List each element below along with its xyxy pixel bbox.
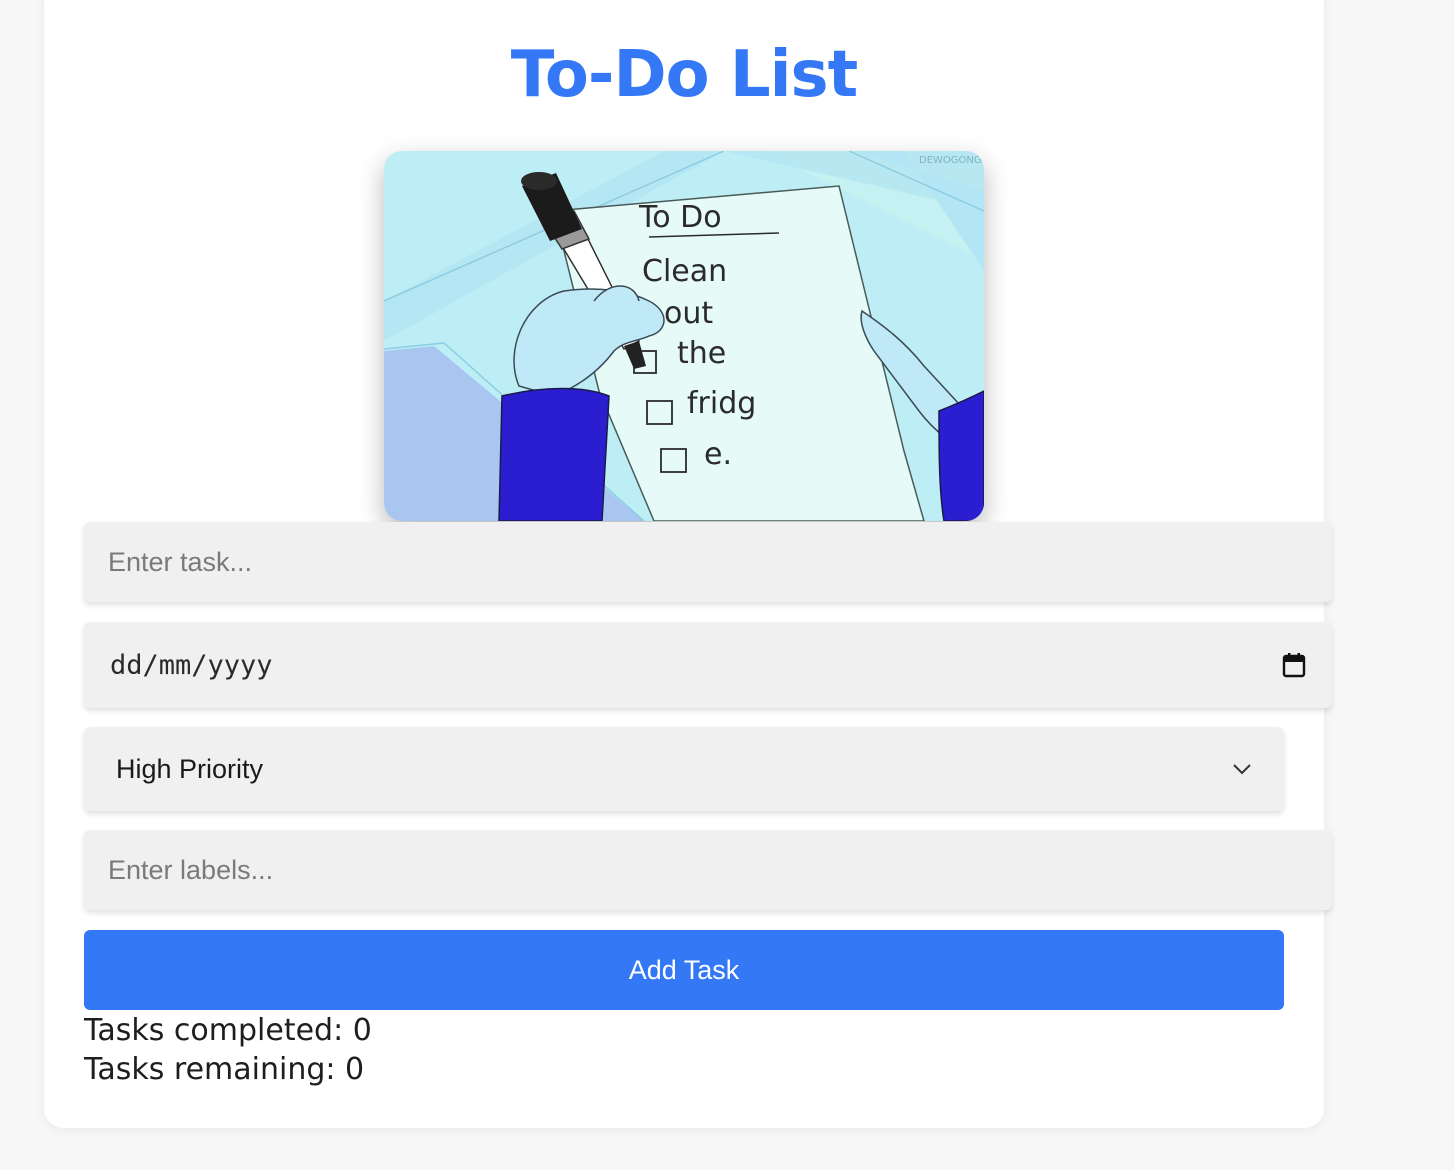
calendar-icon[interactable] [1282, 652, 1306, 678]
priority-select[interactable]: High Priority [84, 727, 1284, 811]
todo-illustration: DEWOGONG To Do Clean out the fridg e. [384, 151, 984, 521]
paper-item-2: out [664, 296, 713, 331]
date-placeholder: dd/mm/yyyy [110, 649, 273, 681]
page-title: To-Do List [510, 38, 858, 112]
task-input[interactable] [84, 522, 1332, 602]
due-date-input[interactable]: dd/mm/yyyy [84, 622, 1332, 708]
task-stats: Tasks completed: 0 Tasks remaining: 0 [84, 1011, 372, 1089]
todo-card: To-Do List DEWOGONG To Do Clean out the … [44, 0, 1332, 1128]
paper-heading: To Do [638, 200, 722, 235]
tasks-completed-label: Tasks completed: [84, 1013, 353, 1048]
tasks-remaining-label: Tasks remaining: [84, 1052, 346, 1087]
paper-item-3: the [677, 336, 726, 371]
tasks-completed-count: 0 [352, 1013, 372, 1048]
labels-input[interactable] [84, 830, 1332, 910]
paper-item-1: Clean [642, 254, 727, 289]
watermark-text: DEWOGONG [919, 155, 982, 166]
priority-select-value: High Priority [116, 753, 264, 784]
tasks-completed: Tasks completed: 0 [84, 1011, 372, 1050]
paper-item-5: e. [704, 437, 732, 472]
add-task-button[interactable]: Add Task [84, 930, 1284, 1010]
tasks-remaining: Tasks remaining: 0 [84, 1050, 372, 1089]
chevron-down-icon [1233, 764, 1251, 775]
paper-item-4: fridg [687, 386, 756, 421]
tasks-remaining-count: 0 [345, 1052, 365, 1087]
